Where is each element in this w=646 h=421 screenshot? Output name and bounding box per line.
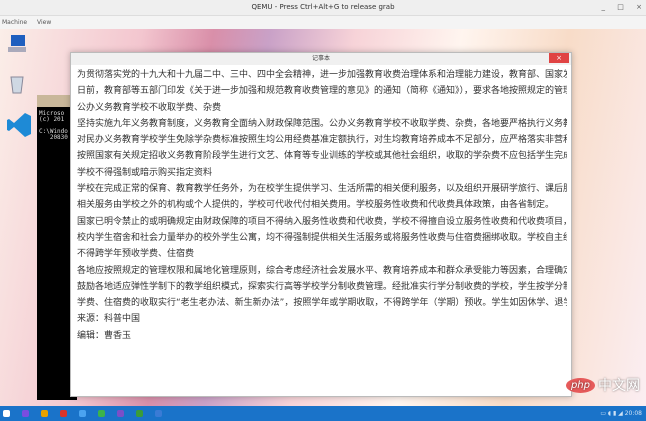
text-line: 校内学生宿舍和社会力量举办的校外学生公寓，均不得强制提供相关生活服务或将服务性收… [77,232,567,243]
vscode-icon[interactable] [6,111,32,139]
text-line: 公办义务教育学校不收取学费、杂费 [77,102,222,113]
menu-machine[interactable]: Machine [2,19,27,26]
notepad-window[interactable]: 记事本 × 为贯彻落实党的十九大和十九届二中、三中、四中全会精神，进一步加强教育… [70,52,572,397]
text-line: 学校在完成正常的保育、教育教学任务外，为在校学生提供学习、生活所需的相关便利服务… [77,184,567,195]
text-line: 不得跨学年预收学费、住宿费 [77,249,195,260]
text-line: 编辑：曹香玉 [77,330,132,341]
app-icon[interactable] [136,410,143,417]
text-line: 来源：科普中国 [77,314,141,325]
menu-view[interactable]: View [37,19,51,26]
computer-icon[interactable] [6,33,28,55]
notepad-title: 记事本 [311,55,330,62]
text-line: 日前，教育部等五部门印发《关于进一步加强和规范教育收费管理的意见》的通知（简称《… [77,86,567,97]
minimize-button[interactable]: _ [602,3,606,11]
maximize-button[interactable]: □ [617,3,624,11]
text-line: 学费、住宿费的收取实行“老生老办法、新生新办法”，按照学年或学期收取，不得跨学年… [77,298,567,309]
start-icon[interactable] [3,410,10,417]
clock: 20:08 [624,410,642,417]
menubar: Machine View [0,16,646,29]
text-line: 坚持实施九年义务教育制度，义务教育全面纳入财政保障范围。公办义务教育学校不收取学… [77,118,567,129]
php-logo: php [565,377,595,393]
text-line: 为贯彻落实党的十九大和十九届二中、三中、四中全会精神，进一步加强教育收费治理体系… [77,70,567,80]
chrome-icon[interactable] [41,410,48,417]
notepad-close-button[interactable]: × [549,53,569,63]
app-icon[interactable] [155,410,162,417]
taskbar: ▭ ◖ ▮ ◢ 20:08 [0,406,646,421]
visual-studio-icon[interactable] [117,410,124,417]
text-line: 国家已明令禁止的或明确规定由财政保障的项目不得纳入服务性收费和代收费，学校不得擅… [77,216,567,227]
guest-desktop: Microso (c) 201 C:\Windo 20830 记事本 × 为贯彻落… [0,29,646,406]
text-line: 按照国家有关规定招收义务教育阶段学生进行文艺、体育等专业训练的学校或其他社会组织… [77,151,567,162]
wechat-icon[interactable] [98,410,105,417]
close-button[interactable]: × [636,3,642,11]
text-line: 学校不得强制或暗示购买指定资料 [77,167,213,178]
text-line: 鼓励各地适应弹性学制下的教学组织模式，探索实行高等学校学分制收费管理。经批准实行… [77,281,567,292]
recycle-bin-icon[interactable] [6,73,28,95]
notepad-titlebar[interactable]: 记事本 × [71,53,571,65]
text-line: 相关服务由学校之外的机构或个人提供的，学校可代收代付相关费用。学校服务性收费和代… [77,200,555,211]
app-icon[interactable] [22,410,29,417]
watermark-text: 中文网 [598,378,640,394]
text-line: 对民办义务教育学校学生免除学杂费标准按照生均公用经费基准定额执行，对生均教育培养… [77,135,567,146]
window-title: QEMU - Press Ctrl+Alt+G to release grab [251,3,395,11]
app-icon[interactable] [60,410,67,417]
app-icon[interactable] [79,410,86,417]
qemu-titlebar: QEMU - Press Ctrl+Alt+G to release grab … [0,0,646,16]
notepad-text-area[interactable]: 为贯彻落实党的十九大和十九届二中、三中、四中全会精神，进一步加强教育收费治理体系… [71,65,571,344]
text-line: 各地应按照规定的管理权限和属地化管理原则，综合考虑经济社会发展水平、教育培养成本… [77,265,567,276]
system-tray: ▭ ◖ ▮ ◢ 20:08 [600,410,642,417]
watermark: php 中文网 [565,375,640,395]
